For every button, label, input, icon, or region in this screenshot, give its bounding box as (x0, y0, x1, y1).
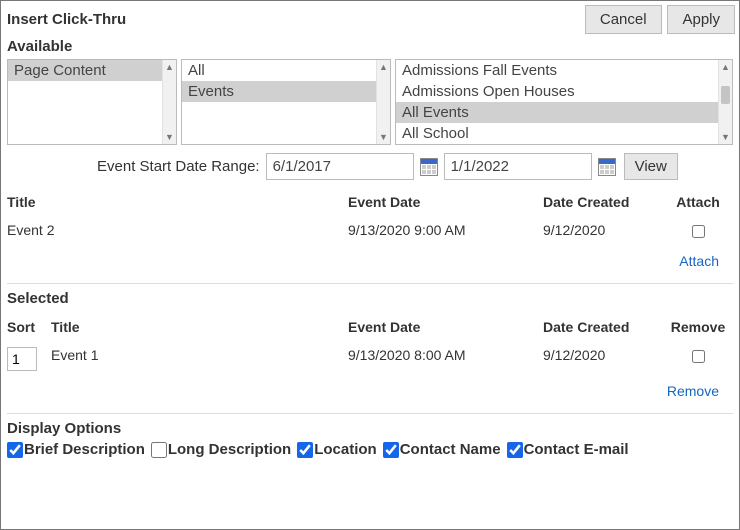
attach-link[interactable]: Attach (679, 253, 719, 269)
opt-location[interactable]: Location (297, 441, 377, 458)
list-item[interactable]: Events (182, 81, 376, 102)
sort-input[interactable] (7, 347, 37, 371)
list-item[interactable]: All Events (396, 102, 718, 123)
opt-long-description[interactable]: Long Description (151, 441, 291, 458)
col-header-event-date: Event Date (348, 194, 543, 210)
cell-event-date: 9/13/2020 8:00 AM (348, 347, 543, 363)
cell-title: Event 2 (7, 222, 348, 238)
date-range-row: Event Start Date Range: View (1, 145, 739, 186)
calendar-icon[interactable] (420, 158, 438, 176)
opt-brief-description[interactable]: Brief Description (7, 441, 145, 458)
remove-link[interactable]: Remove (667, 383, 719, 399)
cell-date-created: 9/12/2020 (543, 347, 663, 363)
apply-button[interactable]: Apply (667, 5, 735, 34)
cell-event-date: 9/13/2020 9:00 AM (348, 222, 543, 238)
selected-label: Selected (1, 288, 739, 311)
cell-title: Event 1 (51, 347, 348, 363)
display-options-label: Display Options (7, 420, 733, 441)
dialog-title: Insert Click-Thru (7, 11, 126, 28)
start-date-input[interactable] (266, 153, 414, 180)
scroll-thumb[interactable] (721, 86, 730, 104)
col-header-title: Title (51, 319, 348, 335)
list-item[interactable]: All School (396, 123, 718, 144)
table-row: Event 2 9/13/2020 9:00 AM 9/12/2020 (7, 216, 733, 247)
list-item[interactable]: Admissions Fall Events (396, 60, 718, 81)
divider (7, 283, 733, 284)
attach-checkbox[interactable] (692, 225, 705, 238)
listbox-page-content[interactable]: Page Content ▲ ▼ (7, 59, 177, 145)
calendar-icon[interactable] (598, 158, 616, 176)
dialog-buttons: Cancel Apply (583, 5, 735, 34)
available-selectors: Page Content ▲ ▼ All Events ▲ ▼ Admissio… (1, 59, 739, 145)
available-label: Available (1, 36, 739, 59)
view-button[interactable]: View (624, 153, 678, 180)
remove-checkbox[interactable] (692, 350, 705, 363)
cancel-button[interactable]: Cancel (585, 5, 662, 34)
col-header-title: Title (7, 194, 348, 210)
col-header-event-date: Event Date (348, 319, 543, 335)
table-row: Event 1 9/13/2020 8:00 AM 9/12/2020 (7, 341, 733, 377)
scrollbar[interactable]: ▲ ▼ (376, 60, 390, 144)
selected-grid: Sort Title Event Date Date Created Remov… (1, 311, 739, 409)
checkbox-contact-name[interactable] (383, 442, 399, 458)
list-item[interactable]: All (182, 60, 376, 81)
end-date-input[interactable] (444, 153, 592, 180)
listbox-events[interactable]: Admissions Events Admissions Fall Events… (395, 59, 733, 145)
scroll-up-icon[interactable]: ▲ (719, 60, 732, 74)
cell-date-created: 9/12/2020 (543, 222, 663, 238)
list-item[interactable]: Page Content (8, 60, 162, 81)
date-range-label: Event Start Date Range: (7, 158, 260, 175)
checkbox-location[interactable] (297, 442, 313, 458)
scroll-up-icon[interactable]: ▲ (377, 60, 390, 74)
divider (7, 413, 733, 414)
scroll-down-icon[interactable]: ▼ (719, 130, 732, 144)
scrollbar[interactable]: ▲ ▼ (162, 60, 176, 144)
col-header-sort: Sort (7, 319, 51, 335)
list-item[interactable]: Admissions Open Houses (396, 81, 718, 102)
col-header-date-created: Date Created (543, 194, 663, 210)
col-header-attach: Attach (663, 194, 733, 210)
col-header-remove: Remove (663, 319, 733, 335)
opt-contact-email[interactable]: Contact E-mail (507, 441, 629, 458)
opt-contact-name[interactable]: Contact Name (383, 441, 501, 458)
display-options: Display Options Brief Description Long D… (1, 418, 739, 460)
scroll-down-icon[interactable]: ▼ (163, 130, 176, 144)
col-header-date-created: Date Created (543, 319, 663, 335)
checkbox-brief[interactable] (7, 442, 23, 458)
checkbox-long[interactable] (151, 442, 167, 458)
listbox-category[interactable]: All Events ▲ ▼ (181, 59, 391, 145)
scrollbar[interactable]: ▲ ▼ (718, 60, 732, 144)
scroll-down-icon[interactable]: ▼ (377, 130, 390, 144)
checkbox-contact-email[interactable] (507, 442, 523, 458)
available-grid: Title Event Date Date Created Attach Eve… (1, 186, 739, 279)
scroll-up-icon[interactable]: ▲ (163, 60, 176, 74)
